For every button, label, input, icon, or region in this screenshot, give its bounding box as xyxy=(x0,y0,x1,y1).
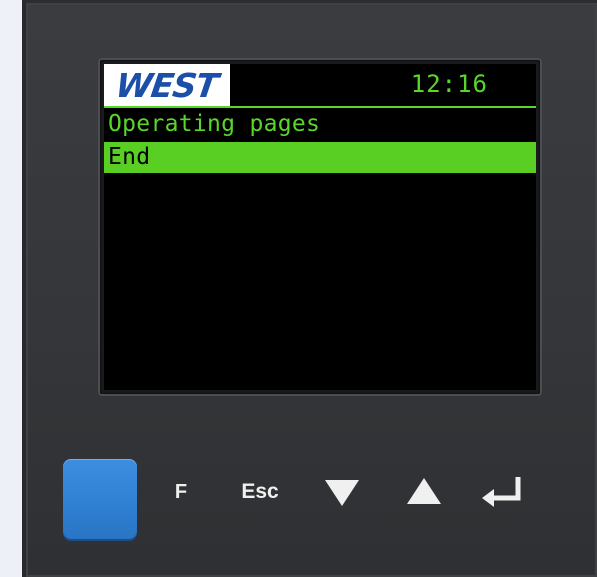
enter-return-icon xyxy=(482,477,521,507)
header-divider xyxy=(104,106,536,108)
brand-logo-text: WEST xyxy=(113,65,221,105)
controller-faceplate: WEST 12:16 Operating pages End F Esc xyxy=(22,0,597,577)
blue-key-button[interactable] xyxy=(63,459,137,539)
function-key-label: F xyxy=(174,480,188,503)
triangle-down-icon xyxy=(325,480,359,506)
function-key-button[interactable]: F xyxy=(166,477,196,507)
escape-key-label: Esc xyxy=(241,480,279,503)
enter-key-button[interactable] xyxy=(478,471,524,511)
lcd-display: WEST 12:16 Operating pages End xyxy=(104,64,536,390)
brand-logo: WEST xyxy=(104,64,230,106)
menu-title: Operating pages xyxy=(108,111,321,137)
up-key-button[interactable] xyxy=(404,475,444,509)
escape-key-button[interactable]: Esc xyxy=(232,477,288,507)
down-key-button[interactable] xyxy=(322,475,362,509)
keypad: F Esc xyxy=(26,451,597,541)
display-bezel: WEST 12:16 Operating pages End xyxy=(100,60,540,394)
clock-readout: 12:16 xyxy=(410,70,488,98)
menu-item-selected[interactable]: End xyxy=(104,142,536,173)
triangle-up-icon xyxy=(407,478,441,504)
menu-item-label: End xyxy=(108,144,151,170)
